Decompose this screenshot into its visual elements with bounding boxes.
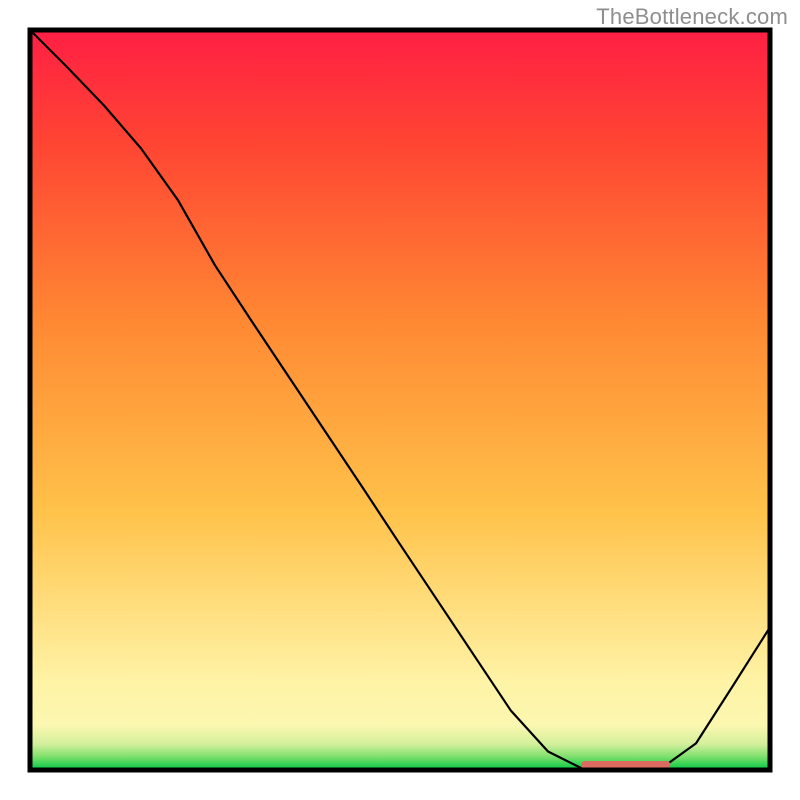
chart-background xyxy=(30,30,770,770)
bottleneck-chart xyxy=(0,0,800,800)
